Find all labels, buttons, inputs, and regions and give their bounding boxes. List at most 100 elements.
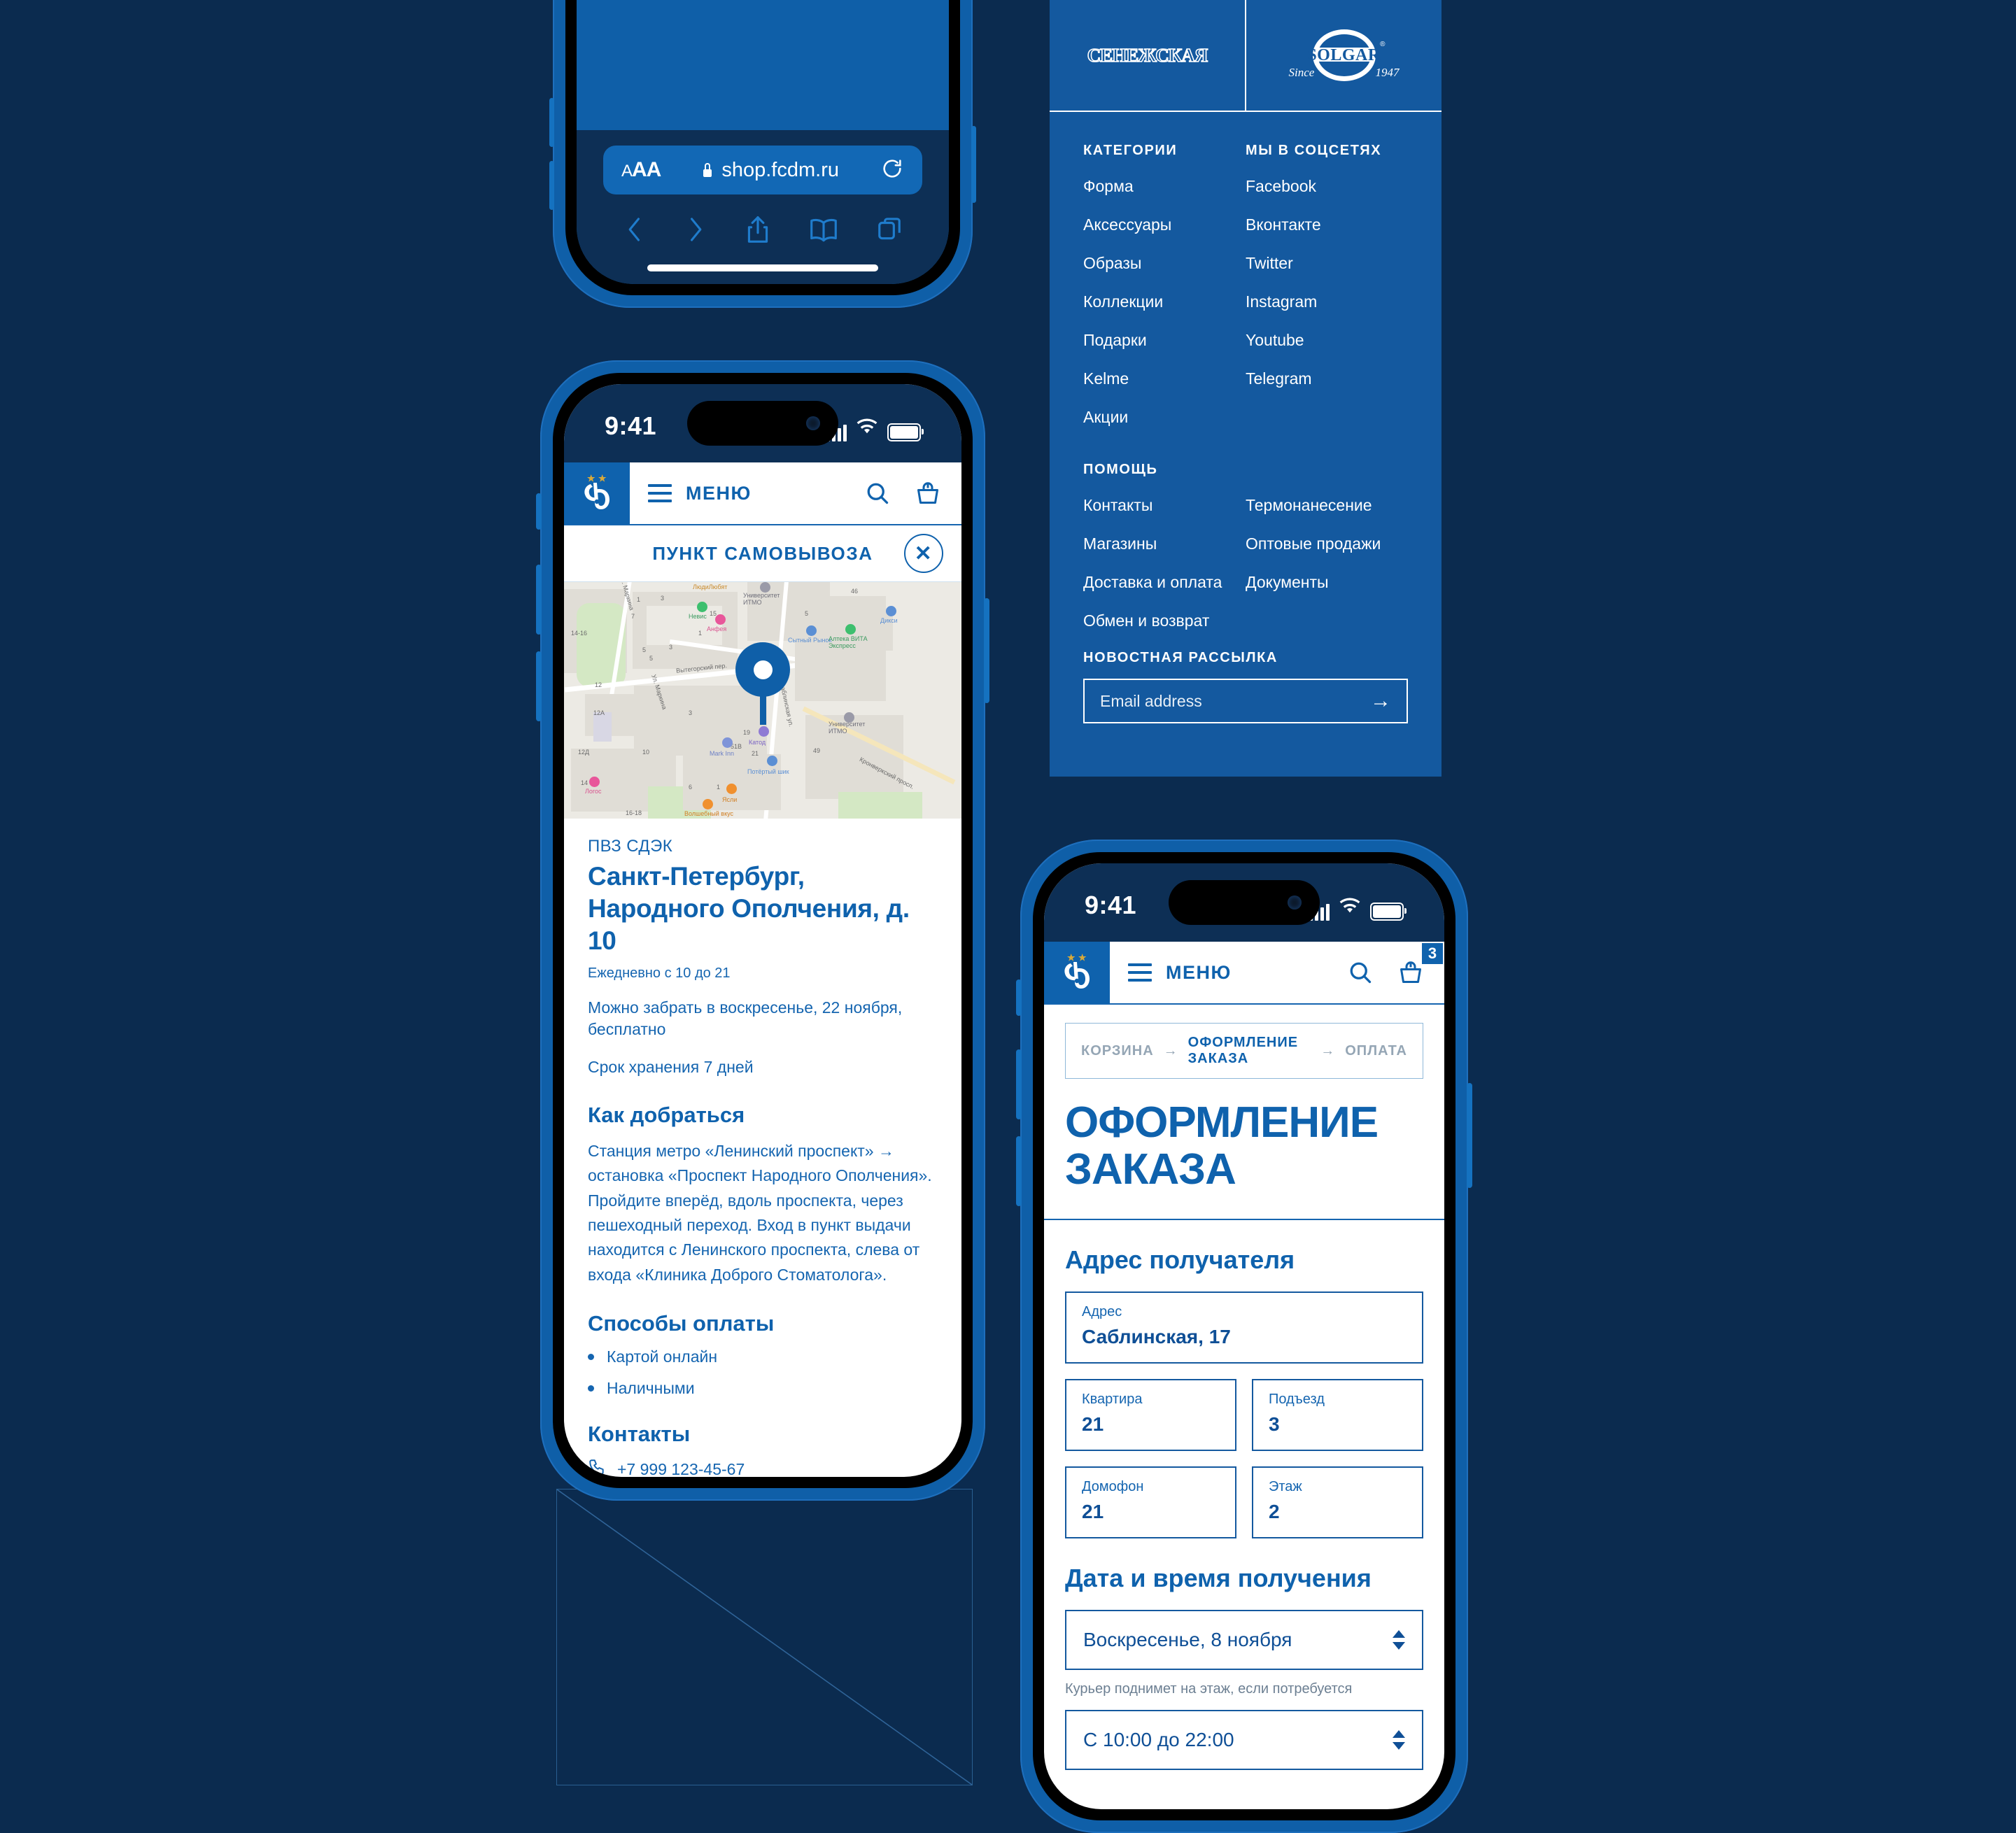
volume-up-button[interactable] <box>549 98 554 147</box>
footer-link-youtube[interactable]: Youtube <box>1246 331 1408 350</box>
contact-phone[interactable]: +7 999 123-45-67 <box>588 1458 938 1477</box>
footer-links: КАТЕГОРИИ МЫ В СОЦСЕТЯХ Форма Аксессуары… <box>1050 112 1441 650</box>
mute-switch[interactable] <box>536 493 542 530</box>
battery-icon <box>887 423 924 441</box>
volume-up-button[interactable] <box>1016 1049 1022 1119</box>
email-input[interactable]: Email address <box>1100 692 1202 711</box>
safari-browser-chrome: AAA shop.fcdm.ru <box>577 130 949 284</box>
footer-link-gifts[interactable]: Подарки <box>1083 331 1246 350</box>
volume-down-button[interactable] <box>549 161 554 210</box>
map-pin-icon <box>735 642 790 725</box>
breadcrumb-cart[interactable]: КОРЗИНА <box>1081 1043 1154 1059</box>
menu-button[interactable]: МЕНЮ <box>648 483 752 504</box>
entrance-field[interactable]: Подъезд 3 <box>1252 1378 1423 1451</box>
breadcrumb: КОРЗИНА → ОФОРМЛЕНИЕ ЗАКАЗА → ОПЛАТА <box>1065 1023 1423 1079</box>
stepper-arrows-icon[interactable] <box>1393 1629 1405 1650</box>
help-heading: ПОМОЩЬ <box>1083 462 1158 477</box>
map-view[interactable]: Ул. Маркина Вытегорский пер. Саблинская … <box>564 582 961 819</box>
middle-phone-screen: 9:41 МЕНЮ ПУНКТ САМОВЫВОЗА ✕ Ул. Маркина… <box>564 384 961 1477</box>
close-icon[interactable]: ✕ <box>904 534 943 573</box>
date-value: Воскресенье, 8 ноября <box>1083 1628 1292 1650</box>
share-icon[interactable] <box>745 214 771 245</box>
sponsor-senezhskaya[interactable]: СЕНЕЖСКАЯ <box>1050 0 1246 111</box>
newsletter-heading: НОВОСТНАЯ РАССЫЛКА <box>1083 650 1278 665</box>
dynamo-logo-svg <box>584 474 609 509</box>
address-fields: Адрес Саблинская, 17 Квартира 21 Подъезд… <box>1065 1291 1423 1538</box>
volume-down-button[interactable] <box>536 651 542 721</box>
categories-column: Форма Аксессуары Образы Коллекции Подарк… <box>1083 177 1246 446</box>
intercom-field[interactable]: Домофон 21 <box>1065 1466 1236 1538</box>
menu-button[interactable]: МЕНЮ <box>1128 962 1232 984</box>
header-content: МЕНЮ 3 <box>1110 942 1444 1003</box>
address-field[interactable]: Адрес Саблинская, 17 <box>1065 1291 1423 1364</box>
categories-heading: КАТЕГОРИИ <box>1083 143 1178 158</box>
power-button[interactable] <box>971 126 976 203</box>
search-icon[interactable] <box>865 481 890 506</box>
footer-link-telegram[interactable]: Telegram <box>1246 369 1408 388</box>
back-chevron-icon[interactable] <box>623 214 647 245</box>
forward-chevron-icon[interactable] <box>684 214 707 245</box>
footer-link-kelme[interactable]: Kelme <box>1083 369 1246 388</box>
footer-link-thermal-printing[interactable]: Термонанесение <box>1246 496 1408 515</box>
panel-title-text: ПУНКТ САМОВЫВОЗА <box>652 542 873 564</box>
footer-link-twitter[interactable]: Twitter <box>1246 254 1408 273</box>
power-button[interactable] <box>1467 1083 1472 1188</box>
footer-link-looks[interactable]: Образы <box>1083 254 1246 273</box>
time-select[interactable]: С 10:00 до 22:00 <box>1065 1709 1423 1770</box>
field-label: Этаж <box>1269 1478 1302 1494</box>
dynamo-logo-icon[interactable] <box>564 462 630 524</box>
footer-link-stores[interactable]: Магазины <box>1083 535 1246 553</box>
footer-link-promos[interactable]: Акции <box>1083 408 1246 427</box>
tabs-icon[interactable] <box>876 215 903 243</box>
cart-button[interactable] <box>915 481 940 506</box>
text-size-button[interactable]: AAA <box>621 158 661 182</box>
address-section-title: Адрес получателя <box>1065 1245 1295 1274</box>
home-indicator[interactable] <box>647 264 878 271</box>
volume-down-button[interactable] <box>1016 1136 1022 1206</box>
site-header: МЕНЮ <box>564 462 961 525</box>
top-phone-screen: AAA shop.fcdm.ru <box>577 0 949 284</box>
pickup-details: ПВЗ СДЭК Санкт-Петербург, Народного Опол… <box>564 819 961 1477</box>
book-icon[interactable] <box>808 215 839 243</box>
breadcrumb-payment[interactable]: ОПЛАТА <box>1345 1043 1407 1059</box>
wifi-icon <box>1339 891 1360 921</box>
middle-phone: 9:41 МЕНЮ ПУНКТ САМОВЫВОЗА ✕ Ул. Маркина… <box>536 360 989 1501</box>
pickup-address: Санкт-Петербург, Народного Ополчения, д.… <box>588 862 910 955</box>
breadcrumb-checkout[interactable]: ОФОРМЛЕНИЕ ЗАКАЗА <box>1188 1035 1311 1067</box>
floor-field[interactable]: Этаж 2 <box>1252 1466 1423 1538</box>
cart-button[interactable]: 3 <box>1398 943 1443 985</box>
footer-link-delivery[interactable]: Доставка и оплата <box>1083 573 1246 592</box>
sponsor-solgar[interactable]: SOLGAR ® Since 1947 <box>1246 0 1441 111</box>
mute-switch[interactable] <box>1016 979 1022 1016</box>
date-select[interactable]: Воскресенье, 8 ноября <box>1065 1609 1423 1670</box>
footer-link-forma[interactable]: Форма <box>1083 177 1246 196</box>
help-column-right: Термонанесение Оптовые продажи Документы <box>1246 496 1408 650</box>
field-value: 3 <box>1269 1413 1280 1435</box>
footer-link-contacts[interactable]: Контакты <box>1083 496 1246 515</box>
footer-link-returns[interactable]: Обмен и возврат <box>1083 611 1246 630</box>
battery-icon <box>1370 903 1407 921</box>
search-icon[interactable] <box>1348 960 1373 985</box>
solgar-logo-icon: SOLGAR ® Since 1947 <box>1289 29 1400 81</box>
dynamo-logo-icon[interactable] <box>1044 942 1110 1003</box>
address-bar[interactable]: AAA shop.fcdm.ru <box>603 146 922 194</box>
bottom-phone: 9:41 МЕНЮ 3 КОРЗИНА → ОФОРМЛЕНИЕ ЗАКАЗА … <box>1016 840 1472 1833</box>
footer-link-instagram[interactable]: Instagram <box>1246 292 1408 311</box>
footer-link-facebook[interactable]: Facebook <box>1246 177 1408 196</box>
payment-methods-list: Картой онлайн Наличными <box>588 1347 938 1398</box>
footer-link-vkontakte[interactable]: Вконтакте <box>1246 215 1408 234</box>
power-button[interactable] <box>984 598 989 703</box>
footer-link-accessories[interactable]: Аксессуары <box>1083 215 1246 234</box>
stepper-arrows-icon[interactable] <box>1393 1729 1405 1750</box>
front-camera-icon <box>806 416 820 430</box>
arrow-right-icon[interactable]: → <box>1370 691 1391 712</box>
apartment-field[interactable]: Квартира 21 <box>1065 1378 1236 1451</box>
volume-up-button[interactable] <box>536 565 542 635</box>
footer-link-wholesale[interactable]: Оптовые продажи <box>1246 535 1408 553</box>
footer-link-documents[interactable]: Документы <box>1246 573 1408 592</box>
help-column-left: Контакты Магазины Доставка и оплата Обме… <box>1083 496 1246 650</box>
pickup-storage: Срок хранения 7 дней <box>588 1058 754 1077</box>
reload-icon[interactable] <box>880 157 904 184</box>
newsletter-form[interactable]: Email address → <box>1083 679 1408 723</box>
footer-link-collections[interactable]: Коллекции <box>1083 292 1246 311</box>
